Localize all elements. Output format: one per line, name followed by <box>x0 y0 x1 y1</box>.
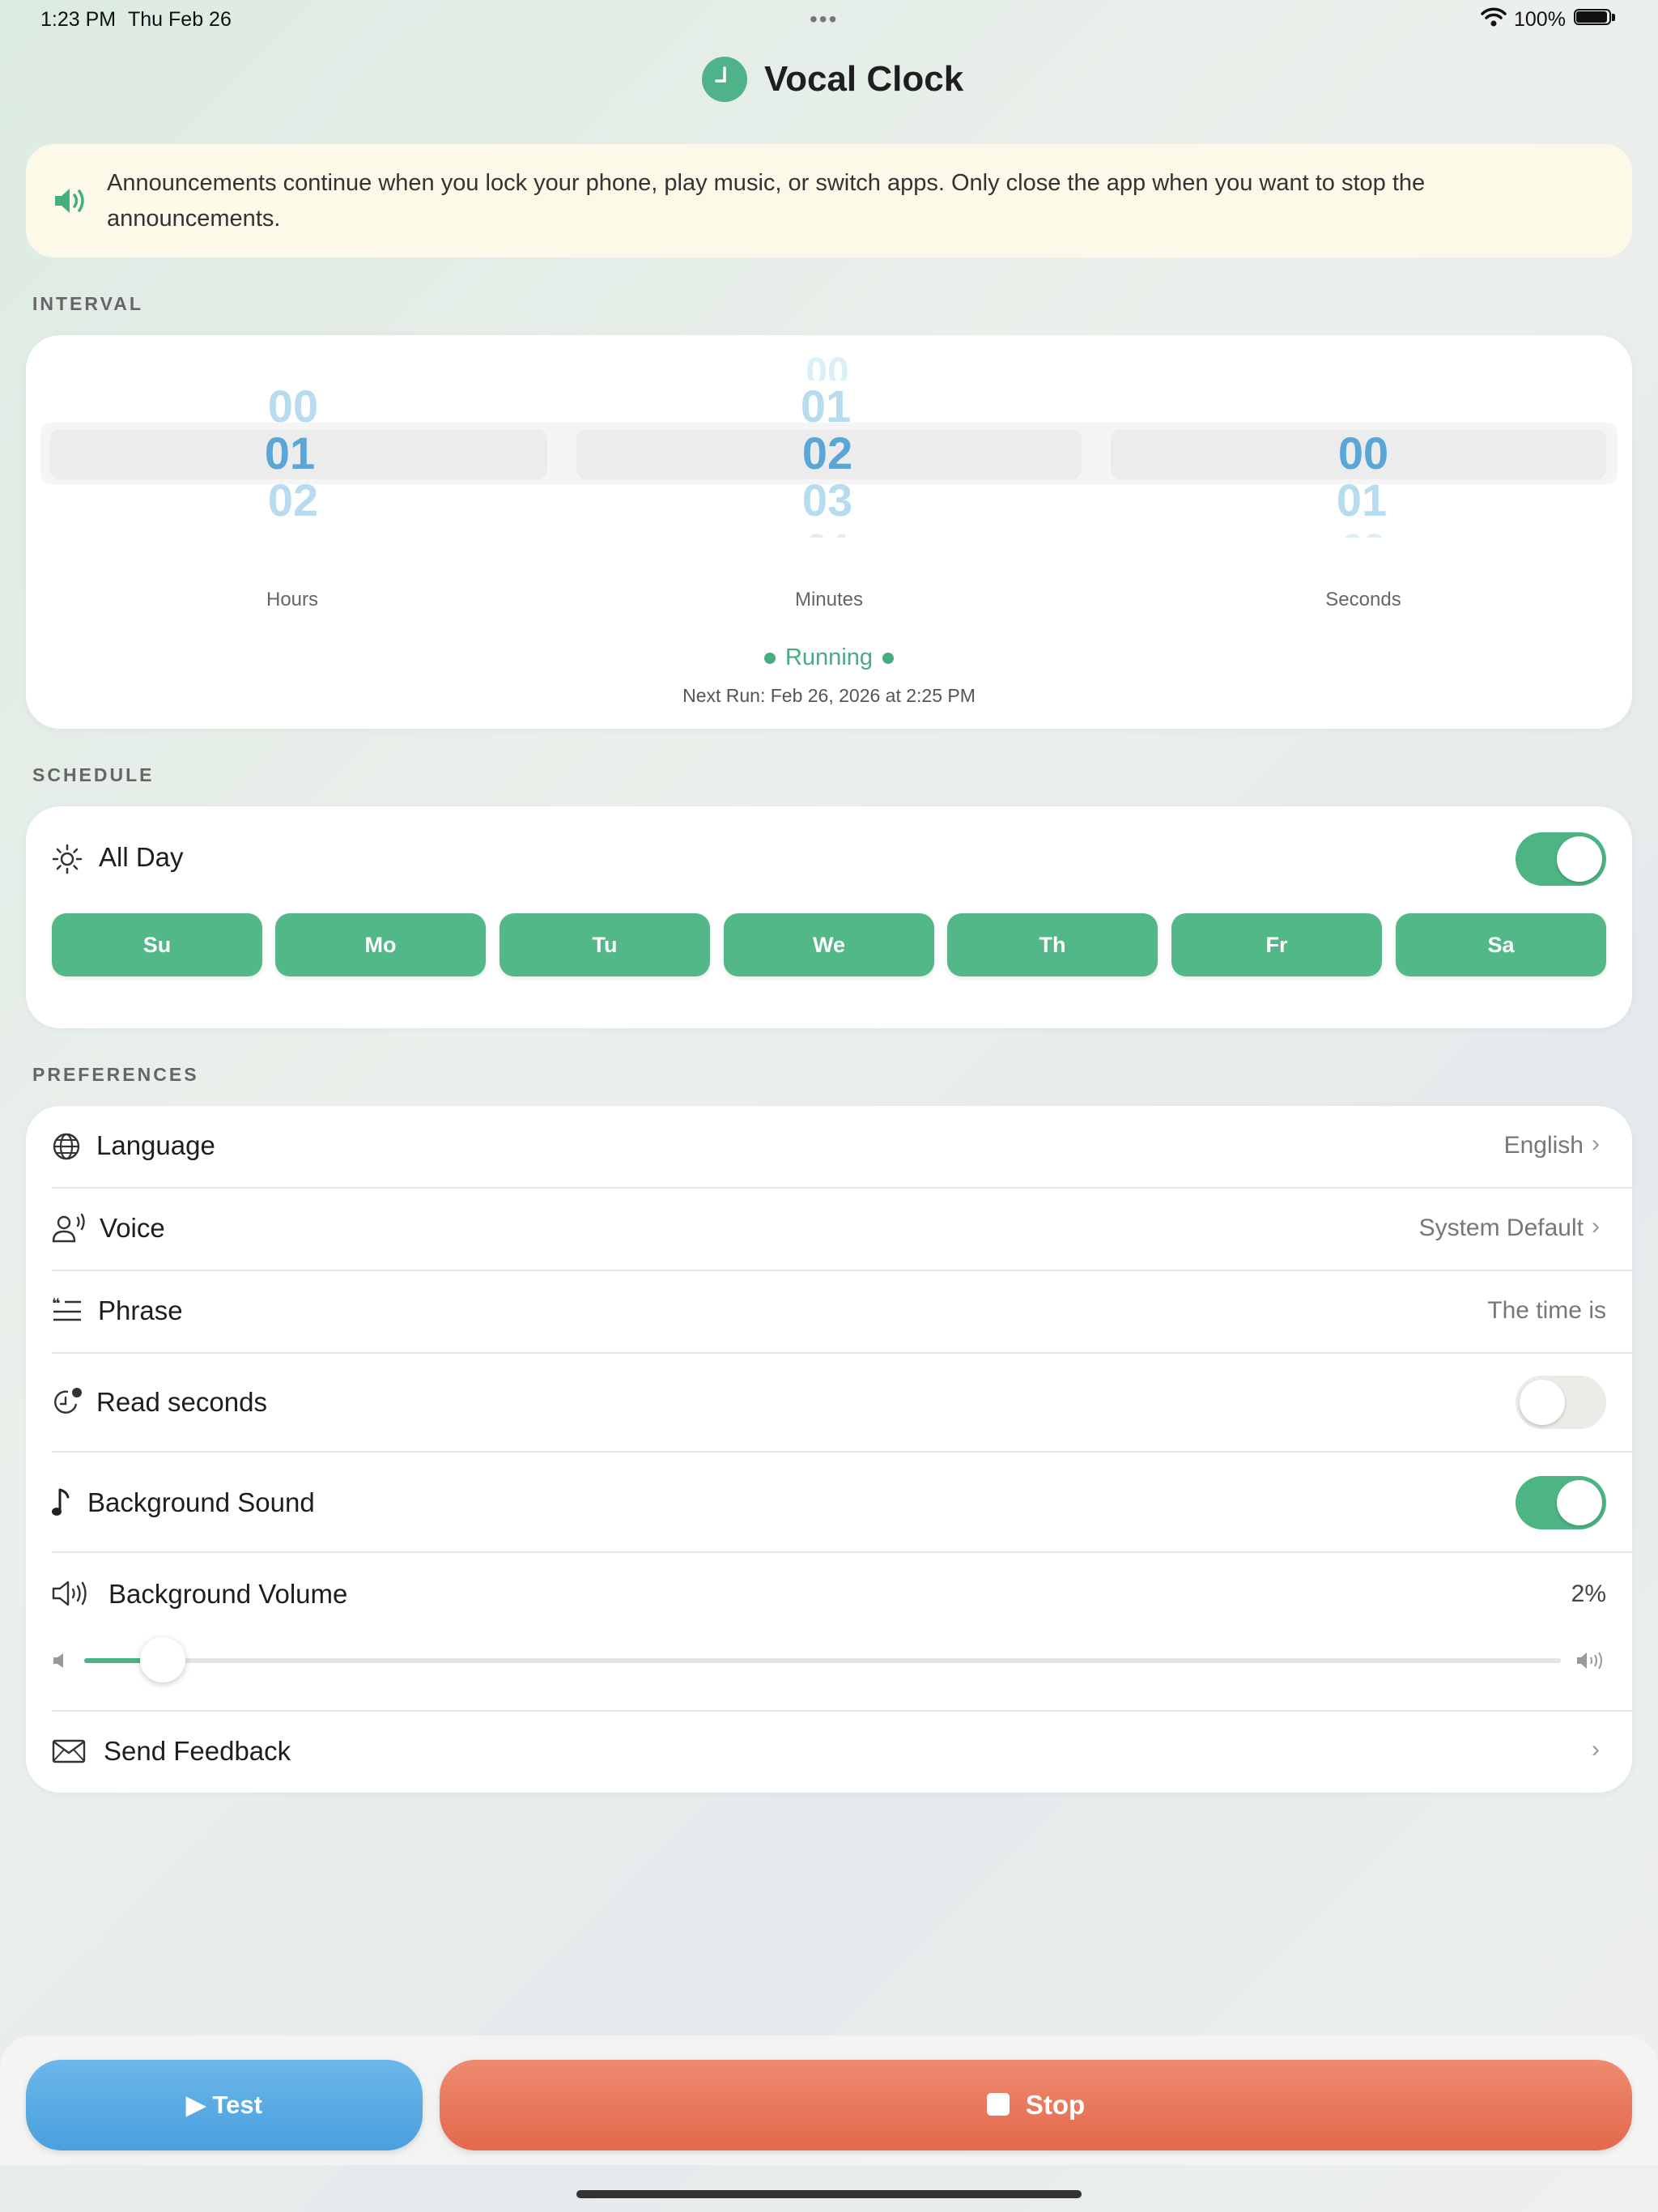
preferences-section-title: PREFERENCES <box>32 1064 199 1085</box>
all-day-toggle[interactable] <box>1516 832 1606 886</box>
hours-label: Hours <box>266 589 319 610</box>
speaker-icon <box>52 1580 87 1606</box>
chevron-right-icon: › <box>1592 1130 1600 1157</box>
toggle-knob <box>1520 1380 1565 1425</box>
language-value: English <box>1503 1132 1584 1159</box>
play-icon: ▶ <box>186 2091 206 2119</box>
battery-tip <box>1612 14 1615 21</box>
day-thursday[interactable]: Th <box>947 913 1158 976</box>
day-friday[interactable]: Fr <box>1171 913 1382 976</box>
sun-icon <box>52 844 83 874</box>
status-dot-right <box>882 653 895 665</box>
status-dot-left <box>763 653 776 665</box>
background-sound-toggle[interactable] <box>1516 1476 1606 1529</box>
music-note-icon <box>52 1488 70 1516</box>
minutes-below-2[interactable]: 04 <box>746 525 908 538</box>
divider <box>52 1551 1632 1553</box>
day-saturday[interactable]: Sa <box>1396 913 1606 976</box>
status-date: Thu Feb 26 <box>128 8 232 31</box>
hours-below[interactable]: 02 <box>212 476 374 525</box>
wifi-icon <box>1481 7 1507 27</box>
seconds-label: Seconds <box>1325 589 1401 610</box>
toggle-knob <box>1557 1480 1602 1525</box>
svg-text:❝: ❝ <box>52 1297 61 1312</box>
all-day-label: All Day <box>99 842 184 872</box>
volume-slider-thumb[interactable] <box>140 1637 186 1682</box>
schedule-section-title: SCHEDULE <box>32 764 155 785</box>
voice-value: System Default <box>1418 1214 1584 1241</box>
stop-button[interactable]: Stop <box>440 2060 1632 2150</box>
seconds-below[interactable]: 01 <box>1281 476 1443 525</box>
battery-percent: 100% <box>1514 8 1566 31</box>
day-tuesday[interactable]: Tu <box>500 913 710 976</box>
toggle-knob <box>1557 836 1602 882</box>
chevron-right-icon: › <box>1592 1736 1600 1763</box>
minutes-above[interactable]: 01 <box>745 382 907 431</box>
home-indicator[interactable] <box>576 2190 1082 2198</box>
minutes-below[interactable]: 03 <box>746 476 908 525</box>
status-time: 1:23 PM <box>40 8 117 31</box>
volume-min-icon <box>53 1653 63 1668</box>
phrase-value[interactable]: The time is <box>1214 1297 1606 1325</box>
running-status: Running <box>696 644 962 671</box>
volume-slider-track[interactable] <box>84 1658 1561 1663</box>
minutes-selected[interactable]: 02 <box>746 429 908 478</box>
read-seconds-label: Read seconds <box>96 1387 267 1417</box>
minutes-above-2[interactable]: 00 <box>746 348 908 381</box>
notice-text: Announcements continue when you lock you… <box>107 170 1426 232</box>
background-volume-value: 2% <box>1571 1580 1606 1607</box>
quote-text-icon: ❝ <box>52 1297 81 1321</box>
hours-above[interactable]: 00 <box>212 382 374 431</box>
minutes-label: Minutes <box>794 589 864 610</box>
speaker-icon <box>55 189 84 213</box>
phrase-label: Phrase <box>98 1295 183 1325</box>
interval-section-title: INTERVAL <box>32 293 143 314</box>
seconds-selected[interactable]: 00 <box>1282 429 1444 478</box>
chevron-right-icon: › <box>1592 1213 1600 1240</box>
clock-icon <box>702 57 747 102</box>
test-button[interactable]: ▶ Test <box>26 2060 423 2150</box>
running-text: Running <box>784 644 874 670</box>
next-run-text: Next Run: Feb 26, 2026 at 2:25 PM <box>682 685 976 706</box>
seconds-below-2[interactable]: 02 <box>1282 525 1444 538</box>
voice-label: Voice <box>100 1213 165 1243</box>
stop-icon <box>986 2093 1010 2116</box>
globe-icon <box>53 1133 80 1160</box>
send-feedback-label: Send Feedback <box>104 1736 291 1766</box>
read-seconds-toggle[interactable] <box>1516 1376 1606 1429</box>
battery-fill <box>1576 11 1607 23</box>
background-sound-label: Background Sound <box>87 1487 315 1517</box>
volume-max-icon <box>1577 1652 1602 1670</box>
hours-selected[interactable]: 01 <box>209 429 371 478</box>
day-sunday[interactable]: Su <box>52 913 262 976</box>
envelope-icon <box>52 1739 86 1763</box>
day-monday[interactable]: Mo <box>275 913 486 976</box>
stop-label: Stop <box>1025 2090 1086 2120</box>
language-label: Language <box>96 1130 215 1160</box>
background-volume-label: Background Volume <box>108 1579 348 1609</box>
app-title: Vocal Clock <box>764 59 964 99</box>
day-wednesday[interactable]: We <box>724 913 934 976</box>
clock-badge-icon <box>54 1388 82 1414</box>
person-wave-icon <box>52 1213 85 1243</box>
multitasking-dots-icon[interactable]: ••• <box>810 6 838 32</box>
test-label: Test <box>212 2091 262 2119</box>
